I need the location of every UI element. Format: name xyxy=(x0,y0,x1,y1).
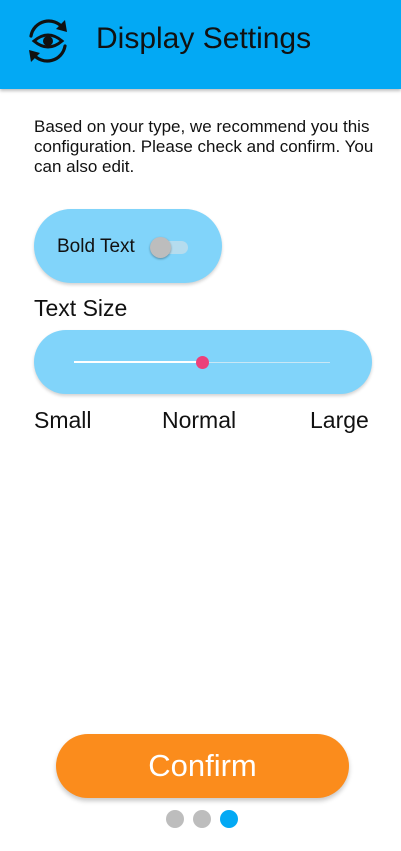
slider-thumb[interactable] xyxy=(195,356,209,369)
app-header: Display Settings xyxy=(0,0,401,89)
text-size-slider-card[interactable] xyxy=(34,330,372,394)
page-dot[interactable] xyxy=(220,810,238,828)
bold-text-label: Bold Text xyxy=(57,236,135,257)
display-settings-screen: Display Settings Based on your type, we … xyxy=(0,0,401,851)
size-label-large: Large xyxy=(310,407,369,433)
confirm-button[interactable]: Confirm xyxy=(56,734,349,798)
bold-text-toggle[interactable] xyxy=(150,237,188,258)
toggle-thumb xyxy=(150,237,171,258)
page-title: Display Settings xyxy=(96,22,312,55)
size-label-small: Small xyxy=(34,407,92,433)
page-dot[interactable] xyxy=(193,810,211,828)
eye-sync-icon xyxy=(29,19,67,63)
recommendation-text: Based on your type, we recommend you thi… xyxy=(34,117,374,176)
page-dot[interactable] xyxy=(166,810,184,828)
page-indicator xyxy=(166,810,238,828)
bold-text-card[interactable]: Bold Text xyxy=(34,209,222,283)
text-size-title: Text Size xyxy=(34,295,128,321)
size-label-normal: Normal xyxy=(162,407,237,433)
slider-fill xyxy=(74,361,202,363)
